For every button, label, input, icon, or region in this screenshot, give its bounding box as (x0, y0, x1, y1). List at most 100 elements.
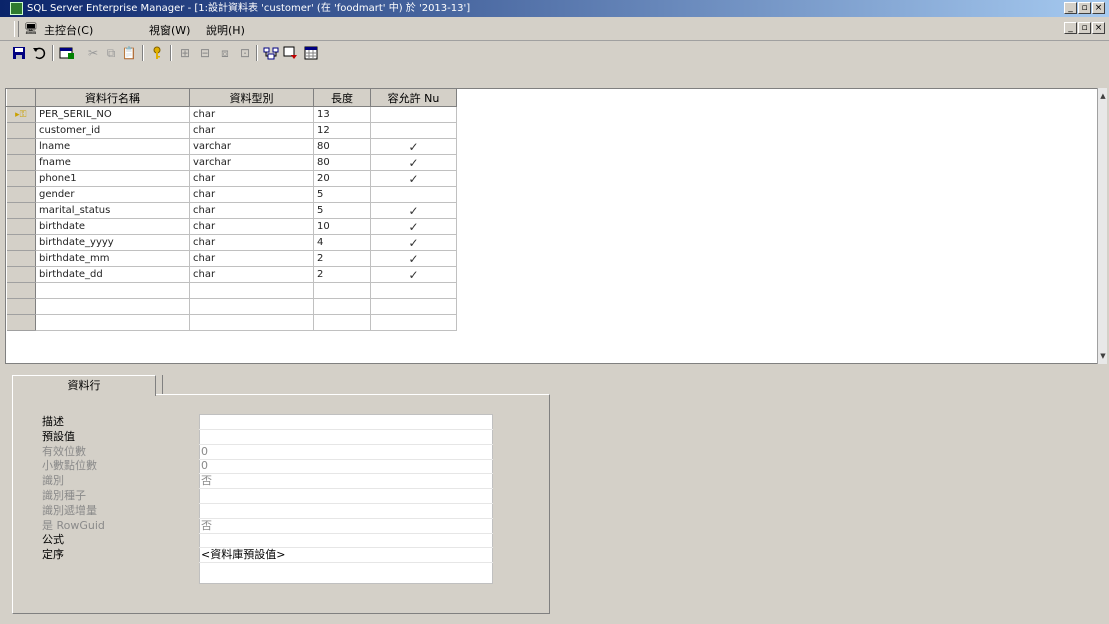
length-cell[interactable]: 2 (313, 250, 371, 267)
column-name-cell[interactable]: gender (35, 186, 190, 203)
data-type-cell[interactable]: char (189, 106, 314, 123)
column-name-cell[interactable]: lname (35, 138, 190, 155)
table-row[interactable] (6, 282, 457, 299)
length-cell[interactable]: 80 (313, 154, 371, 171)
allow-nulls-cell[interactable]: ✓ (370, 138, 457, 155)
row-selector[interactable] (6, 266, 36, 283)
table-row[interactable]: birthdate_dd char 2 ✓ (6, 266, 457, 283)
length-cell[interactable]: 13 (313, 106, 371, 123)
indexes-icon[interactable]: ⊡ (236, 44, 254, 62)
row-selector[interactable] (6, 154, 36, 171)
data-type-cell[interactable]: varchar (189, 154, 314, 171)
scroll-up-arrow-icon[interactable]: ▲ (1099, 92, 1107, 100)
data-type-cell[interactable] (189, 298, 314, 315)
table-row[interactable]: customer_id char 12 (6, 122, 457, 139)
data-type-cell[interactable]: varchar (189, 138, 314, 155)
column-name-cell[interactable] (35, 314, 190, 331)
allow-nulls-cell[interactable]: ✓ (370, 266, 457, 283)
data-type-cell[interactable]: char (189, 234, 314, 251)
allow-nulls-cell[interactable] (370, 186, 457, 203)
allow-nulls-cell[interactable] (370, 314, 457, 331)
data-type-cell[interactable]: char (189, 170, 314, 187)
column-name-cell[interactable]: marital_status (35, 202, 190, 219)
row-selector[interactable] (6, 170, 36, 187)
row-selector[interactable] (6, 314, 36, 331)
allow-nulls-cell[interactable] (370, 122, 457, 139)
mdi-close-button[interactable]: × (1092, 22, 1105, 34)
constraints-icon[interactable] (262, 44, 280, 62)
length-cell[interactable]: 80 (313, 138, 371, 155)
allow-nulls-cell[interactable]: ✓ (370, 202, 457, 219)
row-selector[interactable] (6, 202, 36, 219)
length-cell[interactable]: 5 (313, 202, 371, 219)
column-header-length[interactable]: 長度 (313, 89, 371, 107)
length-cell[interactable]: 4 (313, 234, 371, 251)
column-name-cell[interactable]: birthdate_dd (35, 266, 190, 283)
table-row[interactable]: birthdate char 10 ✓ (6, 218, 457, 235)
relationships-icon[interactable]: ⧈ (216, 44, 234, 62)
row-selector[interactable] (6, 250, 36, 267)
table-row[interactable] (6, 298, 457, 315)
data-type-cell[interactable]: char (189, 250, 314, 267)
row-selector[interactable] (6, 138, 36, 155)
row-selector[interactable]: ▸⚿ (6, 106, 36, 123)
data-type-cell[interactable]: char (189, 186, 314, 203)
table-row[interactable]: marital_status char 5 ✓ (6, 202, 457, 219)
length-cell[interactable] (313, 282, 371, 299)
column-name-cell[interactable]: fname (35, 154, 190, 171)
property-value[interactable]: <資料庫預設值> (201, 548, 285, 562)
row-selector[interactable] (6, 298, 36, 315)
allow-nulls-cell[interactable]: ✓ (370, 250, 457, 267)
minimize-button[interactable]: _ (1064, 2, 1077, 14)
data-type-cell[interactable] (189, 314, 314, 331)
row-selector[interactable] (6, 186, 36, 203)
allow-nulls-cell[interactable] (370, 298, 457, 315)
console-icon[interactable]: 🖥 (24, 22, 38, 35)
data-type-cell[interactable]: char (189, 218, 314, 235)
data-type-cell[interactable]: char (189, 122, 314, 139)
maximize-button[interactable]: ▫ (1078, 2, 1091, 14)
column-name-cell[interactable]: PER_SERIL_NO (35, 106, 190, 123)
column-header-name[interactable]: 資料行名稱 (35, 89, 190, 107)
table-row[interactable]: birthdate_mm char 2 ✓ (6, 250, 457, 267)
column-name-cell[interactable]: phone1 (35, 170, 190, 187)
allow-nulls-cell[interactable]: ✓ (370, 218, 457, 235)
data-type-cell[interactable]: char (189, 202, 314, 219)
table-row[interactable]: phone1 char 20 ✓ (6, 170, 457, 187)
table-row[interactable]: fname varchar 80 ✓ (6, 154, 457, 171)
column-name-cell[interactable] (35, 282, 190, 299)
length-cell[interactable] (313, 298, 371, 315)
column-name-cell[interactable]: birthdate_yyyy (35, 234, 190, 251)
column-name-cell[interactable]: birthdate (35, 218, 190, 235)
copy-icon[interactable]: ⧉ (102, 44, 120, 62)
table-row[interactable]: ▸⚿ PER_SERIL_NO char 13 (6, 106, 457, 123)
column-name-cell[interactable]: customer_id (35, 122, 190, 139)
row-selector[interactable] (6, 122, 36, 139)
length-cell[interactable]: 20 (313, 170, 371, 187)
table-icon[interactable] (302, 44, 320, 62)
table-row[interactable]: lname varchar 80 ✓ (6, 138, 457, 155)
column-header-nullable[interactable]: 容允許 Nu (370, 89, 457, 107)
delete-column-icon[interactable]: ⊟ (196, 44, 214, 62)
cut-icon[interactable]: ✂ (84, 44, 102, 62)
mdi-restore-button[interactable]: ▫ (1078, 22, 1091, 34)
data-type-cell[interactable]: char (189, 266, 314, 283)
close-button[interactable]: × (1092, 2, 1105, 14)
properties-icon[interactable] (58, 44, 76, 62)
column-name-cell[interactable]: birthdate_mm (35, 250, 190, 267)
vertical-scrollbar[interactable]: ▲ ▼ (1097, 88, 1107, 364)
row-selector[interactable] (6, 234, 36, 251)
primary-key-icon[interactable] (148, 44, 166, 62)
allow-nulls-cell[interactable]: ✓ (370, 234, 457, 251)
scroll-down-arrow-icon[interactable]: ▼ (1099, 352, 1107, 360)
allow-nulls-cell[interactable] (370, 106, 457, 123)
table-row[interactable]: birthdate_yyyy char 4 ✓ (6, 234, 457, 251)
column-name-cell[interactable] (35, 298, 190, 315)
length-cell[interactable]: 12 (313, 122, 371, 139)
undo-icon[interactable] (30, 44, 48, 62)
generate-script-icon[interactable] (282, 44, 300, 62)
table-row[interactable] (6, 314, 457, 331)
length-cell[interactable] (313, 314, 371, 331)
column-header-type[interactable]: 資料型別 (189, 89, 314, 107)
mdi-minimize-button[interactable]: _ (1064, 22, 1077, 34)
